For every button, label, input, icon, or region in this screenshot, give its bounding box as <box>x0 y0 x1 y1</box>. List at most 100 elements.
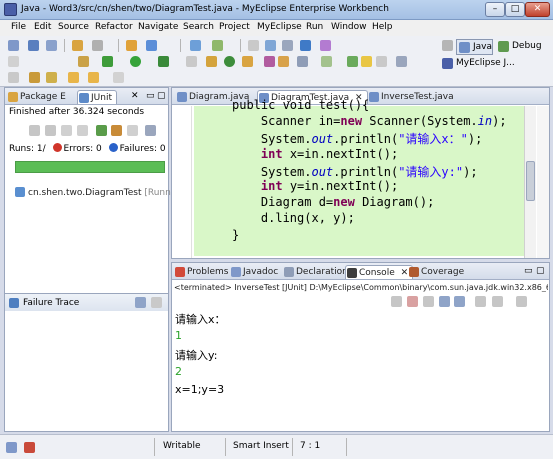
toggle-icon[interactable] <box>248 40 259 51</box>
task-icon[interactable] <box>264 56 275 67</box>
minimize-button[interactable]: – <box>485 2 505 17</box>
prev-annotation-icon[interactable] <box>29 72 40 83</box>
run-icon[interactable] <box>130 56 141 67</box>
minimize-view-icon[interactable]: ▭ <box>146 91 155 101</box>
code-line[interactable]: d.ling(x, y); <box>232 211 355 225</box>
tab-javadoc[interactable]: Javadoc <box>230 265 278 279</box>
compare-icon[interactable] <box>135 297 146 308</box>
pin-icon[interactable] <box>8 72 19 83</box>
globe-icon[interactable] <box>300 40 311 51</box>
tab-junit[interactable]: JUnit <box>77 90 117 104</box>
close-button[interactable]: ✕ <box>525 2 550 17</box>
search-icon[interactable] <box>146 40 157 51</box>
remove-all-icon[interactable] <box>423 296 434 307</box>
maximize-view-icon[interactable]: ▢ <box>157 91 166 101</box>
back-icon[interactable] <box>68 72 79 83</box>
code-line[interactable]: int y=in.nextInt(); <box>232 179 398 193</box>
link-icon[interactable] <box>265 40 276 51</box>
print-icon[interactable] <box>46 40 57 51</box>
new-class-icon[interactable] <box>224 56 235 67</box>
new-java-project-icon[interactable] <box>186 56 197 67</box>
stop-icon[interactable] <box>127 125 138 136</box>
menu-file[interactable]: File <box>11 22 26 32</box>
server-icon[interactable] <box>92 40 103 51</box>
history-icon[interactable] <box>145 125 156 136</box>
code-line[interactable]: public void test(){ <box>232 98 369 112</box>
open-type-icon[interactable] <box>126 40 137 51</box>
test-tree-item[interactable]: cn.shen.two.DiagramTest [Runne <box>15 187 176 198</box>
open-console-icon[interactable] <box>516 296 527 307</box>
menu-run[interactable]: Run <box>306 22 323 32</box>
rerun-failed-icon[interactable] <box>111 125 122 136</box>
next-annotation-icon[interactable] <box>347 56 358 67</box>
scroll-thumb[interactable] <box>526 161 535 201</box>
menu-window[interactable]: Window <box>331 22 367 32</box>
forward-icon[interactable] <box>88 72 99 83</box>
history-icon[interactable] <box>113 72 124 83</box>
filter-stack-icon[interactable] <box>151 297 162 308</box>
rerun-icon[interactable] <box>96 125 107 136</box>
next-failure-icon[interactable] <box>29 125 40 136</box>
annotation-icon[interactable] <box>297 56 308 67</box>
bug-icon[interactable] <box>78 56 89 67</box>
scroll-lock-icon[interactable] <box>454 296 465 307</box>
pencil-icon[interactable] <box>278 56 289 67</box>
menu-help[interactable]: Help <box>372 22 393 32</box>
tab-declaration[interactable]: Declaration <box>283 265 348 279</box>
fast-view-icon[interactable] <box>6 442 17 453</box>
save-icon[interactable] <box>28 40 39 51</box>
display-console-icon[interactable] <box>492 296 503 307</box>
menu-search[interactable]: Search <box>183 22 214 32</box>
run-external-icon[interactable] <box>158 56 169 67</box>
perspective-myeclipse[interactable]: MyEclipse J... <box>440 56 515 72</box>
tab-problems[interactable]: Problems <box>174 265 228 279</box>
build-icon[interactable] <box>8 56 19 67</box>
menu-source[interactable]: Source <box>58 22 89 32</box>
remove-launch-icon[interactable] <box>407 296 418 307</box>
new-icon[interactable] <box>8 40 19 51</box>
terminate-icon[interactable] <box>391 296 402 307</box>
perspective-debug[interactable]: Debug <box>496 39 542 55</box>
show-failures-icon[interactable] <box>61 125 72 136</box>
menu-project[interactable]: Project <box>219 22 250 32</box>
code-line[interactable]: } <box>232 228 239 242</box>
code-line[interactable]: System.out.println("请输入y:"); <box>232 163 478 180</box>
web-browser-icon[interactable] <box>320 40 331 51</box>
next-edit-icon[interactable] <box>46 72 57 83</box>
menu-refactor[interactable]: Refactor <box>95 22 133 32</box>
pin-console-icon[interactable] <box>475 296 486 307</box>
code-line[interactable]: System.out.println("请输入x："); <box>232 130 482 147</box>
prev-failure-icon[interactable] <box>45 125 56 136</box>
new-web-icon[interactable] <box>212 40 223 51</box>
open-type-hierarchy-icon[interactable] <box>242 56 253 67</box>
scroll-lock-icon[interactable] <box>77 125 88 136</box>
menu-myeclipse[interactable]: MyEclipse <box>257 22 302 32</box>
editor-scrollbar[interactable] <box>524 106 536 258</box>
error-log-icon[interactable] <box>24 442 35 453</box>
tab-coverage[interactable]: Coverage <box>408 265 464 279</box>
code-line[interactable]: Scanner in=new Scanner(System.in); <box>232 114 507 128</box>
block-select-icon[interactable] <box>396 56 407 67</box>
maximize-button[interactable]: □ <box>505 2 525 17</box>
mark-icon[interactable] <box>282 40 293 51</box>
minimize-view-icon[interactable]: ▭ <box>524 266 533 276</box>
tab-inversetest-java[interactable]: InverseTest.java <box>368 90 454 104</box>
clear-console-icon[interactable] <box>439 296 450 307</box>
close-icon[interactable]: ✕ <box>131 91 139 101</box>
menu-edit[interactable]: Edit <box>34 22 51 32</box>
toggle-mark-icon[interactable] <box>321 56 332 67</box>
web-project-icon[interactable] <box>190 40 201 51</box>
new-package-icon[interactable] <box>206 56 217 67</box>
highlight-icon[interactable] <box>361 56 372 67</box>
menu-navigate[interactable]: Navigate <box>138 22 178 32</box>
maximize-view-icon[interactable]: ▢ <box>536 266 545 276</box>
tab-package-explorer[interactable]: Package E <box>7 90 66 104</box>
tab-console[interactable]: Console ✕ <box>345 265 414 279</box>
code-line[interactable]: int x=in.nextInt(); <box>232 147 398 161</box>
open-perspective-icon[interactable] <box>442 40 453 51</box>
deploy-icon[interactable] <box>72 40 83 51</box>
code-line[interactable]: Diagram d=new Diagram(); <box>232 195 434 209</box>
debug-icon[interactable] <box>102 56 113 67</box>
show-whitespace-icon[interactable] <box>376 56 387 67</box>
perspective-java[interactable]: Java <box>456 39 493 55</box>
